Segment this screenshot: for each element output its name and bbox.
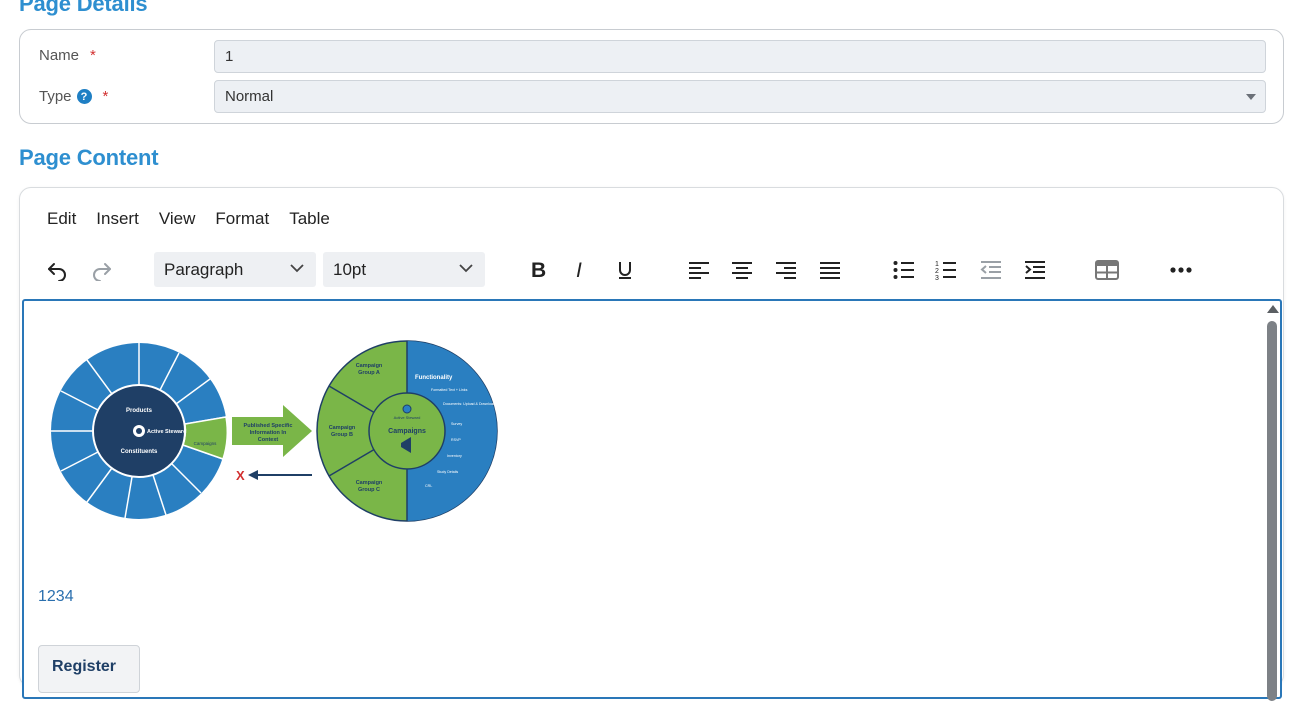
right-wheel-center: Campaigns <box>388 428 426 435</box>
menu-view[interactable]: View <box>159 209 196 229</box>
editor-content-area[interactable]: Products Active Steward Constituents Cam… <box>22 299 1282 701</box>
left-wheel-campaigns: Campaigns <box>194 441 218 446</box>
align-right-icon[interactable] <box>771 255 801 285</box>
type-label: Type ? * <box>39 88 108 105</box>
required-marker: * <box>102 88 109 105</box>
left-wheel-products: Products <box>126 408 153 414</box>
bullet-list-icon[interactable] <box>889 255 919 285</box>
svg-text:2: 2 <box>935 268 939 275</box>
chevron-down-icon <box>1246 94 1256 100</box>
block-format-value: Paragraph <box>164 260 244 279</box>
name-label-text: Name <box>39 47 80 64</box>
functionality-item: Survey <box>451 422 462 426</box>
functionality-title: Functionality <box>415 375 453 381</box>
font-size-value: 10pt <box>333 260 367 279</box>
underline-icon[interactable] <box>610 255 640 285</box>
block-format-select[interactable]: Paragraph <box>154 252 316 287</box>
outdent-icon[interactable] <box>976 255 1006 285</box>
editor-menubar: Edit Insert View Format Table <box>47 209 350 229</box>
name-input[interactable]: 1 <box>214 40 1266 73</box>
group-b-line2: Group B <box>331 432 353 438</box>
svg-text:3: 3 <box>935 275 939 280</box>
menu-format[interactable]: Format <box>215 209 269 229</box>
functionality-item: CRL <box>425 484 432 488</box>
bold-icon[interactable]: B <box>523 255 553 285</box>
x-mark: X <box>236 468 245 483</box>
left-wheel-brand: Active Steward <box>147 429 186 435</box>
editor-scrollbar[interactable] <box>1266 305 1279 701</box>
required-marker: * <box>90 47 96 64</box>
type-select-value: Normal <box>225 88 274 105</box>
type-label-text: Type <box>39 88 72 105</box>
arrow-text-3: Context <box>258 437 279 443</box>
font-size-select[interactable]: 10pt <box>323 252 485 287</box>
chevron-down-icon <box>290 264 304 273</box>
page-content-title: Page Content <box>19 145 159 170</box>
italic-icon[interactable]: I <box>566 255 596 285</box>
menu-table[interactable]: Table <box>289 209 330 229</box>
undo-icon[interactable] <box>42 255 72 285</box>
more-options-icon[interactable] <box>1166 255 1196 285</box>
indent-icon[interactable] <box>1020 255 1050 285</box>
numbered-list-icon[interactable]: 123 <box>931 255 961 285</box>
campaign-diagram-image: Products Active Steward Constituents Cam… <box>50 339 498 529</box>
page-details-panel: Name * 1 Type ? * Normal <box>19 29 1284 124</box>
register-button[interactable]: Register <box>38 645 140 693</box>
redo-icon[interactable] <box>87 255 117 285</box>
editor-toolbar: Paragraph 10pt B I 1 2 3 <box>20 251 1283 289</box>
page-details-title: Page Details <box>19 0 148 16</box>
help-icon[interactable]: ? <box>76 89 92 104</box>
rich-text-editor: Edit Insert View Format Table Paragraph … <box>19 187 1284 701</box>
functionality-item: Study Details <box>437 470 458 474</box>
functionality-item: Inventory <box>447 454 462 458</box>
svg-text:1: 1 <box>935 261 939 268</box>
arrow-text-1: Published Specific <box>244 423 293 429</box>
chevron-down-icon <box>459 264 473 273</box>
table-icon[interactable] <box>1092 255 1122 285</box>
align-justify-icon[interactable] <box>815 255 845 285</box>
group-a-line2: Group A <box>358 370 380 376</box>
arrow-text-2: Information In <box>250 430 287 436</box>
right-wheel-brand: Active Steward <box>394 415 421 420</box>
group-b-line1: Campaign <box>329 425 356 431</box>
svg-text:I: I <box>576 259 582 281</box>
functionality-item: RSVP <box>451 438 461 442</box>
menu-insert[interactable]: Insert <box>96 209 139 229</box>
content-link[interactable]: 1234 <box>38 588 74 606</box>
align-center-icon[interactable] <box>727 255 757 285</box>
group-c-line2: Group C <box>358 487 380 493</box>
scrollbar-thumb[interactable] <box>1267 321 1277 701</box>
type-select[interactable]: Normal <box>214 80 1266 113</box>
align-left-icon[interactable] <box>684 255 714 285</box>
campaign-diagram: Products Active Steward Constituents Cam… <box>51 340 498 522</box>
menu-edit[interactable]: Edit <box>47 209 76 229</box>
svg-text:B: B <box>531 259 546 281</box>
functionality-item: Documents: Upload & Download <box>443 402 495 406</box>
group-a-line1: Campaign <box>356 363 383 369</box>
functionality-item: Formatted Text + Links <box>431 388 468 392</box>
scroll-up-arrow-icon[interactable] <box>1267 305 1279 313</box>
name-label: Name * <box>39 47 96 64</box>
left-wheel-constituents: Constituents <box>121 449 158 455</box>
group-c-line1: Campaign <box>356 480 383 486</box>
